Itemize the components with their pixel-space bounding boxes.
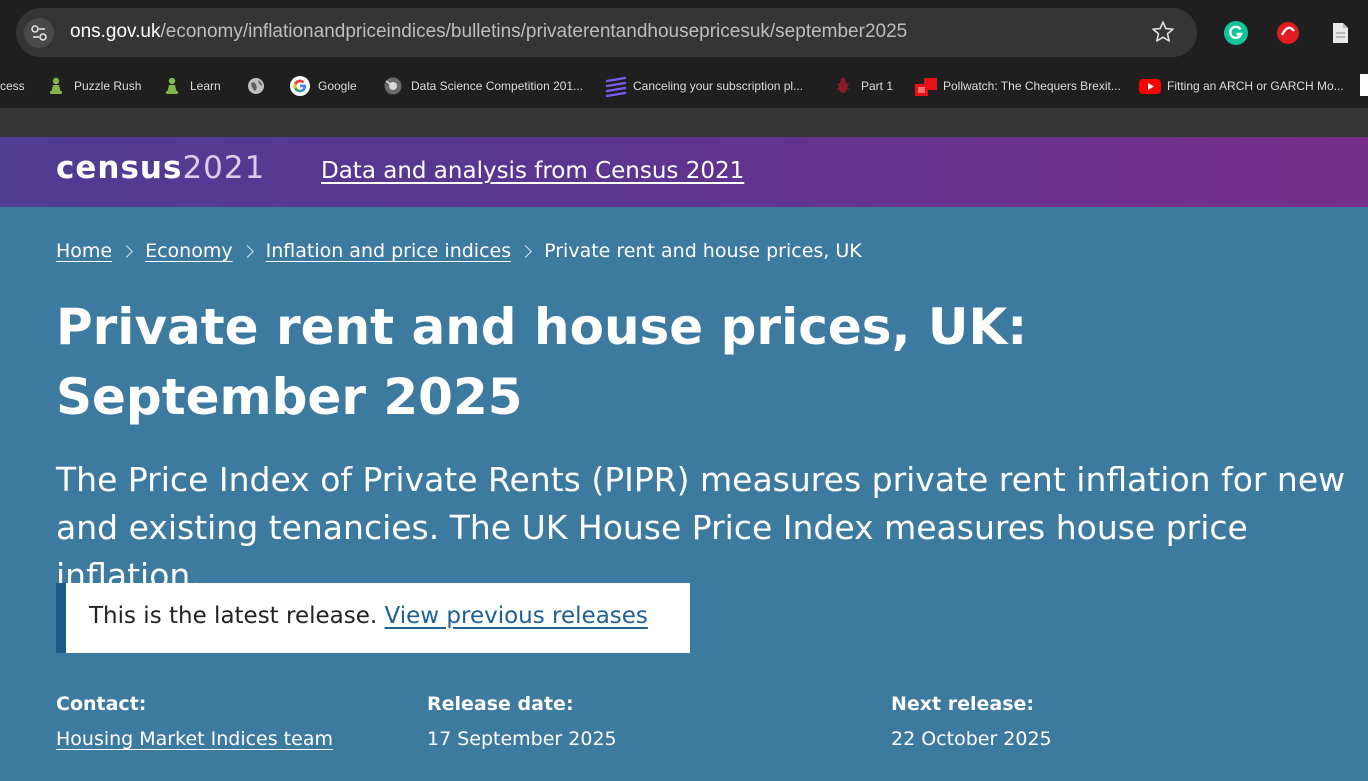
breadcrumb-home[interactable]: Home	[56, 240, 112, 262]
breadcrumb-current: Private rent and house prices, UK	[544, 240, 862, 262]
census-analysis-link[interactable]: Data and analysis from Census 2021	[321, 158, 744, 184]
stripes-icon	[605, 76, 627, 98]
release-notice-label: This is the latest release.	[89, 603, 378, 629]
release-date-value: 17 September 2025	[427, 728, 617, 750]
bookmark-label: Part 1	[861, 79, 894, 93]
census-logo-year: 2021	[182, 150, 266, 186]
census-logo[interactable]: census2021	[56, 150, 265, 186]
bookmark-label: Pollwatch: The Chequers Brexit...	[943, 79, 1121, 93]
bookmark-item[interactable]: Learn	[162, 74, 221, 98]
breadcrumb: Home Economy Inflation and price indices…	[56, 240, 862, 262]
bookmarks-bar: cess Puzzle Rush Learn Google Data Scien…	[0, 66, 1368, 108]
browser-toolbar: ons.gov.uk/economy/inflationandpriceindi…	[0, 0, 1368, 66]
bookmark-item[interactable]: Part 1	[833, 74, 893, 98]
bookmark-item[interactable]: Google	[290, 74, 357, 98]
grammarly-icon[interactable]	[1223, 20, 1249, 46]
bookmark-label: Canceling your subscription pl...	[633, 79, 804, 93]
previous-releases-link[interactable]: View previous releases	[385, 603, 648, 629]
chevron-right-icon	[120, 244, 133, 258]
youtube-icon	[1139, 76, 1161, 96]
next-release-label: Next release:	[891, 693, 1035, 715]
chevron-right-icon	[519, 244, 532, 258]
bookmark-item[interactable]: cess	[0, 74, 25, 98]
chess-pawn-icon	[46, 76, 66, 96]
bookmark-label: Data Science Competition 201...	[411, 79, 584, 93]
tune-icon[interactable]	[24, 18, 54, 48]
page-title: Private rent and house prices, UK: Septe…	[56, 298, 1028, 426]
bookmark-label: Google	[318, 79, 357, 93]
bookmark-label: cess	[0, 79, 25, 93]
bookmark-item[interactable]: Fitting an ARCH or GARCH Mo...	[1139, 74, 1344, 98]
bookmark-item[interactable]: Puzzle Rush	[46, 74, 141, 98]
globe-icon	[246, 76, 266, 96]
release-notice-text: This is the latest release. View previou…	[89, 603, 648, 629]
release-date-label: Release date:	[427, 693, 574, 715]
star-icon[interactable]	[1150, 19, 1176, 45]
bookmark-label: Learn	[190, 79, 221, 93]
bookmark-item[interactable]: Pollwatch: The Chequers Brexit...	[915, 74, 1121, 98]
bookmarks-overflow-edge	[1360, 74, 1368, 96]
census-logo-word: census	[56, 150, 183, 186]
toolbar-gap	[0, 108, 1368, 137]
breadcrumb-inflation[interactable]: Inflation and price indices	[266, 240, 512, 262]
bookmark-item[interactable]: Canceling your subscription pl...	[605, 74, 803, 98]
url-path: /economy/inflationandpriceindices/bullet…	[160, 21, 908, 42]
chess-pawn-icon	[162, 76, 182, 96]
url-text[interactable]: ons.gov.uk/economy/inflationandpriceindi…	[70, 21, 907, 43]
bookmark-item[interactable]: Data Science Competition 201...	[383, 74, 583, 98]
contact-label: Contact:	[56, 693, 147, 715]
document-icon[interactable]	[1327, 20, 1353, 46]
bookmark-item[interactable]	[246, 74, 274, 98]
contact-link[interactable]: Housing Market Indices team	[56, 728, 333, 750]
bookmark-label: Puzzle Rush	[74, 79, 142, 93]
extension-icon[interactable]	[1275, 20, 1301, 46]
page-summary: The Price Index of Private Rents (PIPR) …	[56, 460, 1346, 595]
bookmark-label: Fitting an ARCH or GARCH Mo...	[1167, 79, 1344, 93]
bug-icon	[833, 76, 853, 96]
url-domain: ons.gov.uk	[70, 21, 161, 42]
kaggle-icon	[383, 76, 403, 96]
red-square-icon	[915, 76, 937, 96]
breadcrumb-economy[interactable]: Economy	[145, 240, 233, 262]
next-release-value: 22 October 2025	[891, 728, 1052, 750]
chevron-right-icon	[240, 244, 254, 258]
google-icon	[290, 76, 310, 96]
